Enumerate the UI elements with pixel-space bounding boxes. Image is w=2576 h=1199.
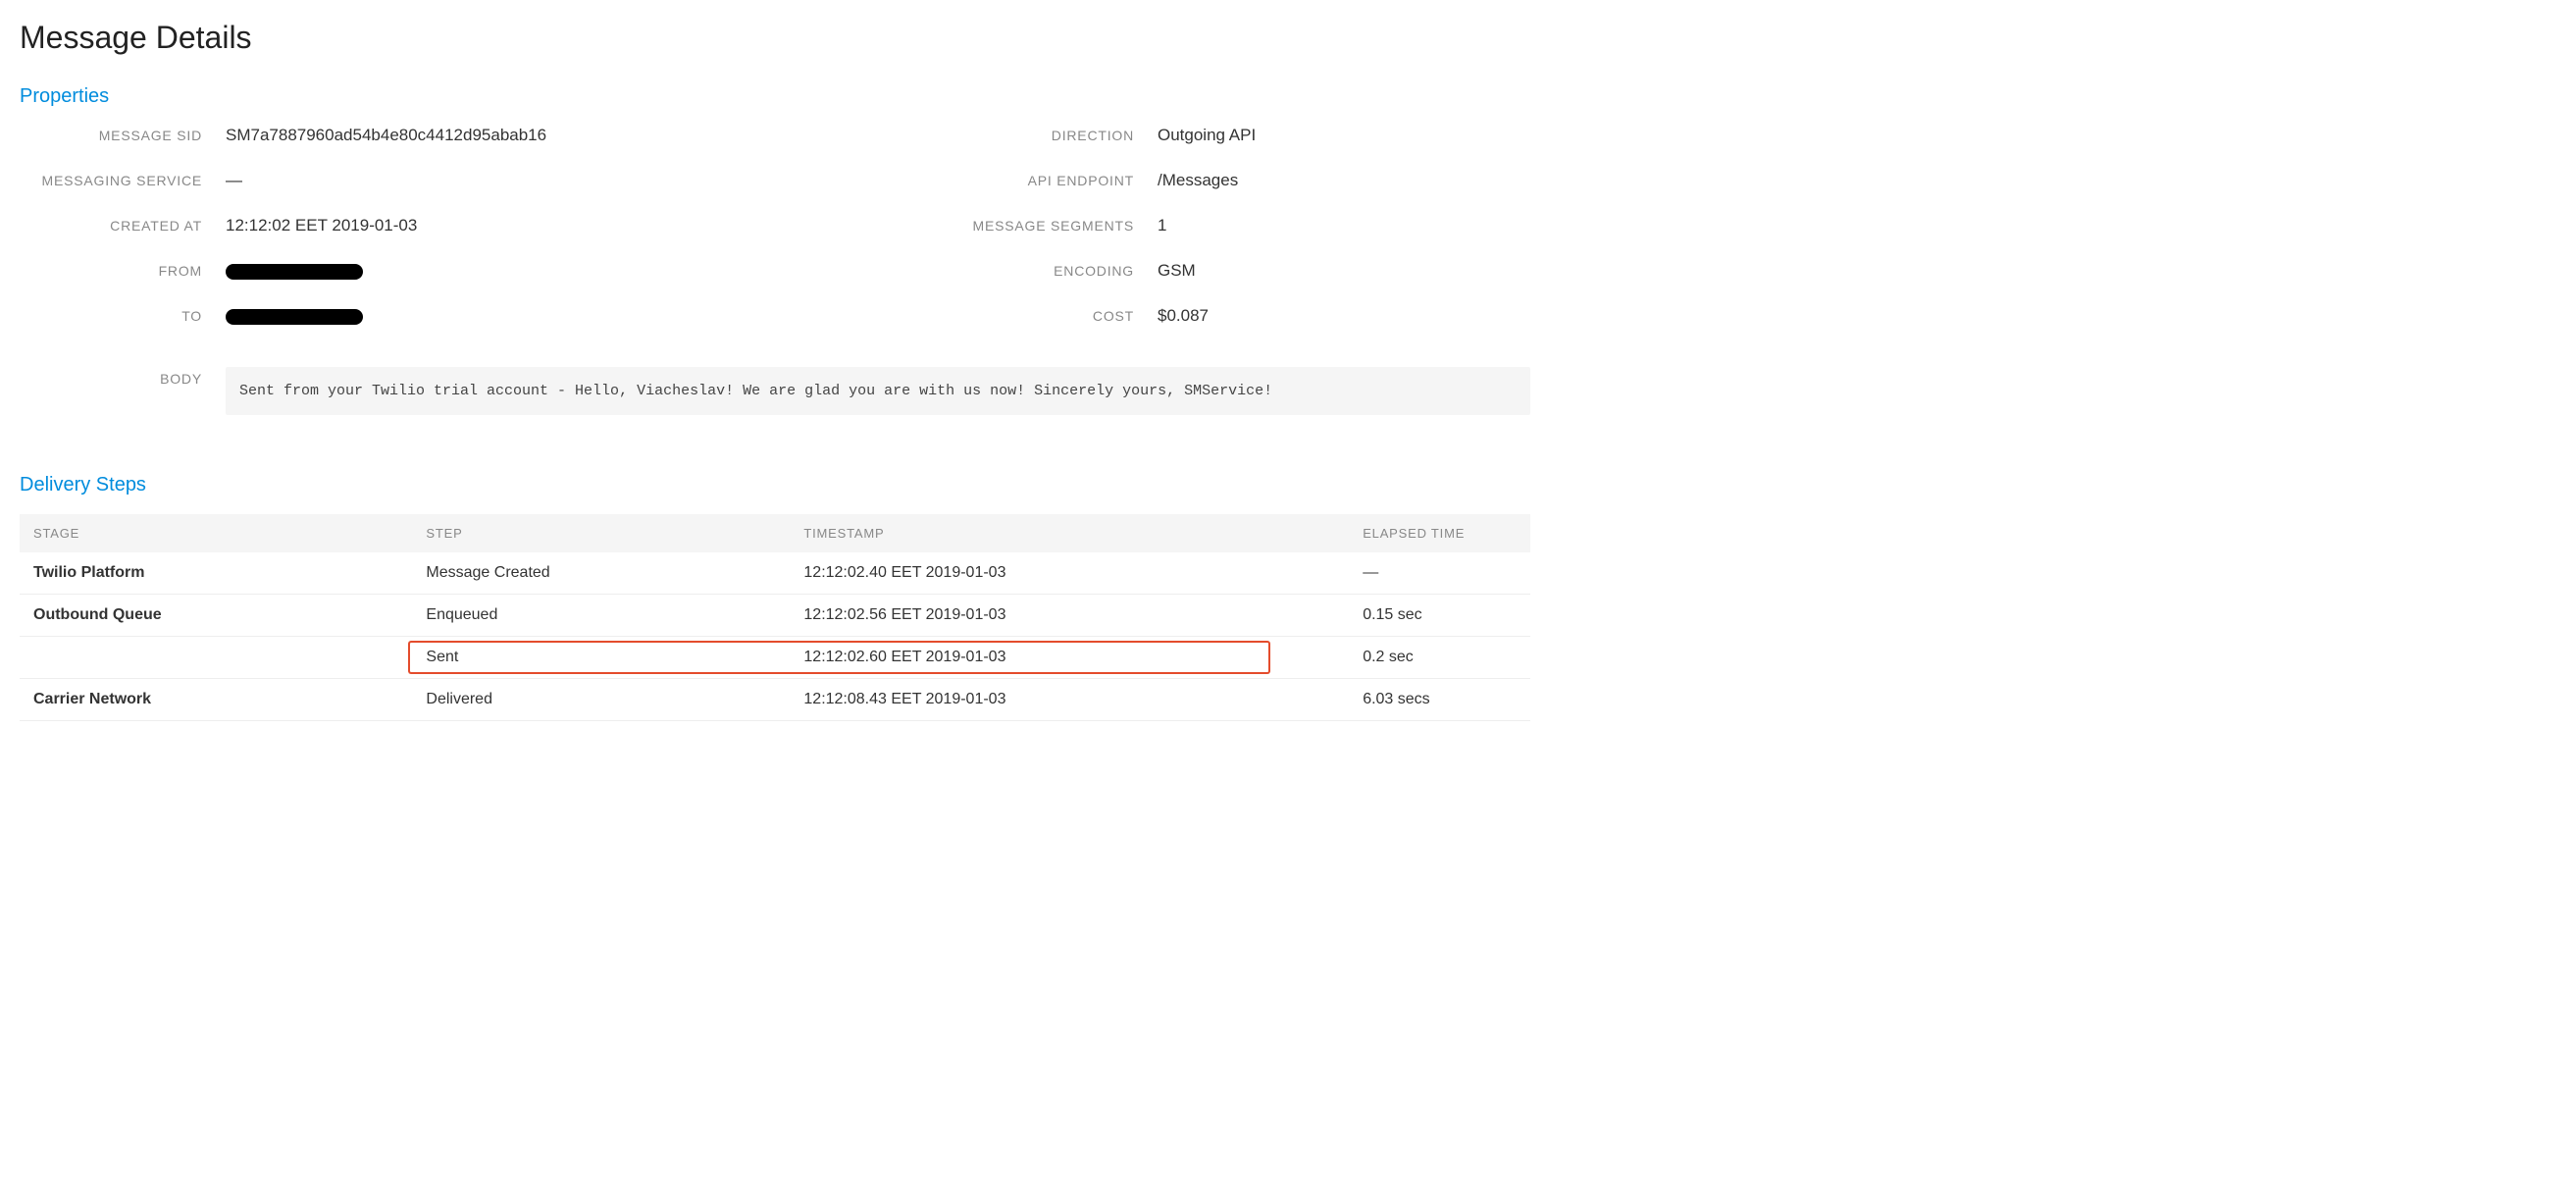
value-message-sid: SM7a7887960ad54b4e80c4412d95abab16 — [226, 126, 760, 145]
cell-timestamp: 12:12:02.56 EET 2019-01-03 — [790, 595, 1349, 637]
cell-timestamp: 12:12:02.60 EET 2019-01-03 — [790, 637, 1349, 679]
label-message-sid: MESSAGE SID — [20, 128, 226, 143]
delivery-steps-section: Delivery Steps STAGE STEP TIMESTAMP ELAP… — [20, 474, 1530, 721]
value-cost: $0.087 — [1158, 306, 1530, 326]
cell-step: Delivered — [412, 679, 790, 721]
cell-stage — [20, 637, 412, 679]
label-messaging-service: MESSAGING SERVICE — [20, 173, 226, 188]
cell-elapsed: 0.15 sec — [1349, 595, 1530, 637]
label-body: BODY — [20, 367, 226, 387]
table-header-step: STEP — [412, 514, 790, 552]
label-api-endpoint: API ENDPOINT — [790, 173, 1158, 188]
value-to — [226, 306, 760, 326]
value-encoding: GSM — [1158, 261, 1530, 281]
cell-timestamp: 12:12:02.40 EET 2019-01-03 — [790, 552, 1349, 595]
label-direction: DIRECTION — [790, 128, 1158, 143]
table-row: Carrier NetworkDelivered12:12:08.43 EET … — [20, 679, 1530, 721]
table-header-elapsed: ELAPSED TIME — [1349, 514, 1530, 552]
section-heading-delivery: Delivery Steps — [20, 474, 1530, 496]
value-body: Sent from your Twilio trial account - He… — [226, 367, 1530, 415]
value-from — [226, 261, 760, 281]
page-title: Message Details — [20, 20, 1530, 56]
cell-step: Message Created — [412, 552, 790, 595]
cell-stage: Carrier Network — [20, 679, 412, 721]
cell-elapsed: 0.2 sec — [1349, 637, 1530, 679]
table-header-timestamp: TIMESTAMP — [790, 514, 1349, 552]
label-encoding: ENCODING — [790, 263, 1158, 279]
section-heading-properties: Properties — [20, 85, 1530, 108]
table-header-stage: STAGE — [20, 514, 412, 552]
properties-section: Properties MESSAGE SID SM7a7887960ad54b4… — [20, 85, 1530, 415]
cell-stage: Outbound Queue — [20, 595, 412, 637]
cell-elapsed: 6.03 secs — [1349, 679, 1530, 721]
table-row: Sent12:12:02.60 EET 2019-01-030.2 sec — [20, 637, 1530, 679]
label-created-at: CREATED AT — [20, 218, 226, 234]
properties-right-column: DIRECTION Outgoing API API ENDPOINT /Mes… — [790, 126, 1530, 351]
redacted-from — [226, 264, 363, 280]
properties-left-column: MESSAGE SID SM7a7887960ad54b4e80c4412d95… — [20, 126, 760, 351]
table-row: Twilio PlatformMessage Created12:12:02.4… — [20, 552, 1530, 595]
value-message-segments: 1 — [1158, 216, 1530, 235]
redacted-to — [226, 309, 363, 325]
cell-stage: Twilio Platform — [20, 552, 412, 595]
cell-elapsed: — — [1349, 552, 1530, 595]
delivery-steps-table: STAGE STEP TIMESTAMP ELAPSED TIME Twilio… — [20, 514, 1530, 721]
value-api-endpoint: /Messages — [1158, 171, 1530, 190]
label-to: TO — [20, 308, 226, 324]
label-from: FROM — [20, 263, 226, 279]
value-created-at: 12:12:02 EET 2019-01-03 — [226, 216, 760, 235]
value-messaging-service: — — [226, 171, 760, 190]
label-message-segments: MESSAGE SEGMENTS — [790, 218, 1158, 234]
table-row: Outbound QueueEnqueued12:12:02.56 EET 20… — [20, 595, 1530, 637]
value-direction: Outgoing API — [1158, 126, 1530, 145]
cell-step: Sent — [412, 637, 790, 679]
label-cost: COST — [790, 308, 1158, 324]
cell-step: Enqueued — [412, 595, 790, 637]
cell-timestamp: 12:12:08.43 EET 2019-01-03 — [790, 679, 1349, 721]
